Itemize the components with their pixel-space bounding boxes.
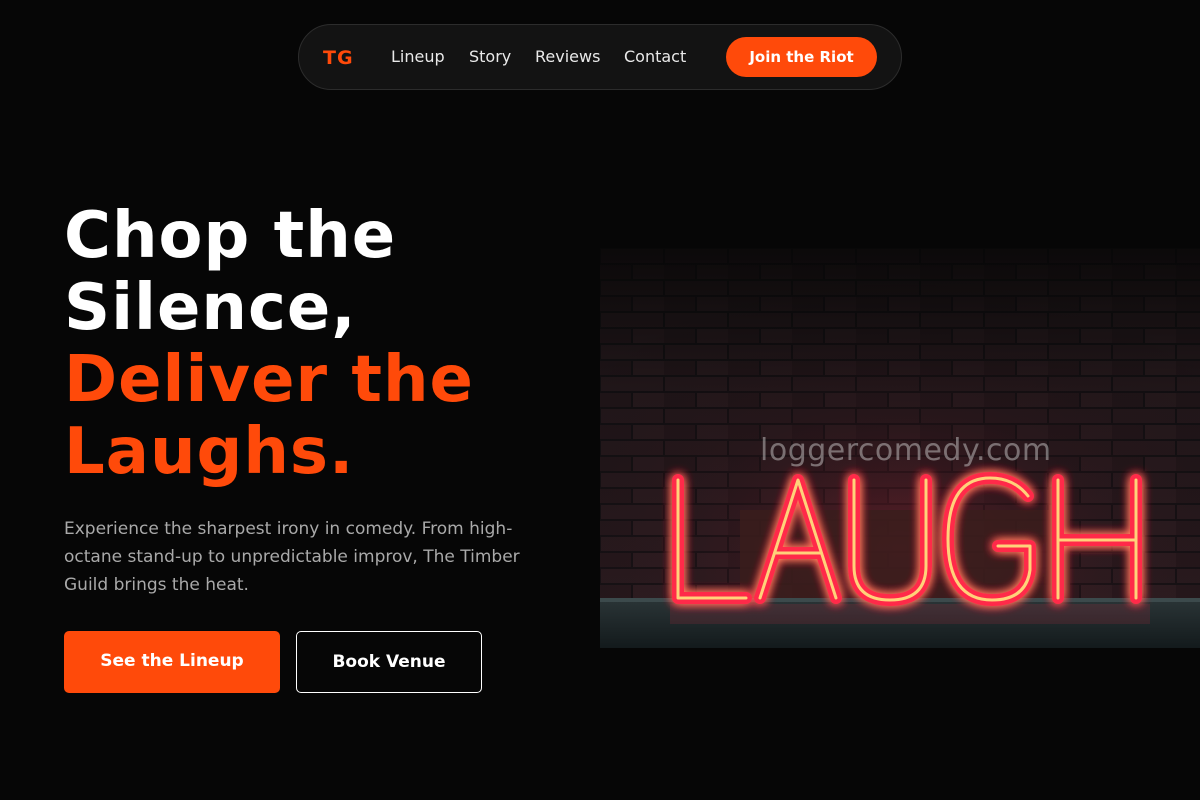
headline-accent-line-1: Deliver the [64,343,474,417]
book-venue-button[interactable]: Book Venue [296,631,482,693]
nav-link-lineup[interactable]: Lineup [391,47,445,66]
see-the-lineup-button[interactable]: See the Lineup [64,631,280,693]
headline-line-1: Chop the [64,199,397,273]
top-nav: TG Lineup Story Reviews Contact Join the… [298,24,902,90]
headline-accent-line-2: Laughs. [64,415,355,489]
nav-link-contact[interactable]: Contact [624,47,686,66]
brand-logo[interactable]: TG [323,47,354,69]
nav-link-story[interactable]: Story [469,47,511,66]
image-watermark: loggercomedy.com [760,433,1052,468]
headline-line-2: Silence, [64,271,357,345]
hero-description: Experience the sharpest irony in comedy.… [64,519,520,595]
nav-link-reviews[interactable]: Reviews [535,47,600,66]
hero-headline: Chop the Silence, Deliver the Laughs. [64,200,584,488]
join-the-riot-button[interactable]: Join the Riot [726,37,877,77]
